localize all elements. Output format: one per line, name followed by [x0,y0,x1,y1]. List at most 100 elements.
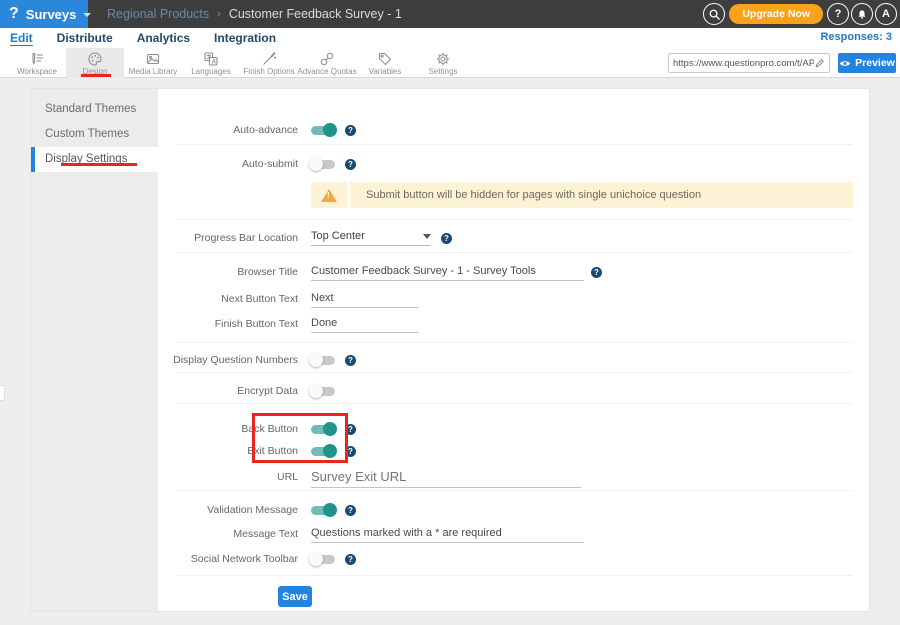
encrypt-data-label: Encrypt Data [158,385,298,397]
search-icon [708,8,721,21]
social-network-toolbar-toggle[interactable] [311,555,335,564]
message-text-input[interactable] [311,525,584,543]
settings-gear-icon [435,51,451,67]
help-icon[interactable] [345,355,356,366]
annotation-display-settings-underline [61,163,137,166]
eye-icon [839,59,851,68]
edit-toolbar: Workspace Design Media Library [0,48,900,78]
tab-label: Variables [369,67,402,76]
help-icon[interactable] [345,125,356,136]
svg-text:A: A [212,59,217,65]
bell-icon [856,8,868,21]
breadcrumb-survey-title: Customer Feedback Survey - 1 [229,7,402,21]
display-question-numbers-label: Display Question Numbers [158,354,298,366]
progress-bar-location-select[interactable]: Top Center [311,230,431,246]
help-button[interactable]: ? [827,3,849,25]
warning-banner: Submit button will be hidden for pages w… [311,182,853,208]
questionpro-logo-icon: ? [9,6,19,22]
responses-count[interactable]: Responses: 3 [820,31,892,43]
progress-bar-location-label: Progress Bar Location [158,232,298,244]
edit-pencil-icon[interactable] [814,58,825,69]
chevron-down-icon [83,13,91,17]
exit-url-input[interactable] [311,467,581,488]
design-palette-icon [87,51,103,67]
row-divider [176,252,853,253]
validation-message-toggle[interactable] [311,506,335,515]
tab-label: Languages [191,67,231,76]
preview-button[interactable]: Preview [838,53,896,73]
breadcrumb-separator: › [217,8,221,20]
auto-advance-label: Auto-advance [158,124,298,136]
search-button[interactable] [703,3,725,25]
sidebar-item-display-settings[interactable]: Display Settings [31,147,158,172]
workspace-icon [29,51,45,67]
message-text-label: Message Text [158,528,298,540]
notifications-button[interactable] [851,3,873,25]
sidebar-item-custom-themes[interactable]: Custom Themes [31,122,158,147]
survey-menu-bar: Edit Distribute Analytics Integration Re… [0,28,900,48]
tab-advance-quotas[interactable]: Advance Quotas [298,48,356,78]
tab-label: Settings [429,67,458,76]
row-divider [176,219,853,220]
menu-integration[interactable]: Integration [214,31,276,45]
display-settings-form: Auto-advance Auto-submit Submit button w… [158,89,869,611]
design-panel: Standard Themes Custom Themes Display Se… [30,88,870,612]
tab-label: Advance Quotas [297,67,356,76]
help-icon[interactable] [345,505,356,516]
menu-analytics[interactable]: Analytics [137,31,190,45]
finish-button-text-input[interactable] [311,315,418,333]
help-icon[interactable] [591,267,602,278]
variables-tag-icon [377,51,393,67]
help-icon[interactable] [441,233,452,244]
display-question-numbers-toggle[interactable] [311,356,335,365]
row-divider [176,144,853,145]
help-icon[interactable] [345,554,356,565]
page-edge-tab[interactable] [0,385,5,401]
menu-distribute[interactable]: Distribute [57,31,113,45]
tab-languages[interactable]: A Languages [182,48,240,78]
annotation-design-underline [81,74,111,77]
auto-submit-toggle[interactable] [311,160,335,169]
exit-url-label: URL [158,471,298,483]
finish-options-wand-icon [261,51,277,67]
row-divider [176,372,853,373]
validation-message-label: Validation Message [158,504,298,516]
menu-edit[interactable]: Edit [10,31,33,46]
upgrade-now-button[interactable]: Upgrade Now [729,4,823,24]
row-divider [176,342,853,343]
main-area: Standard Themes Custom Themes Display Se… [0,78,900,625]
row-divider [176,575,853,576]
languages-icon: A [203,51,219,67]
tab-workspace[interactable]: Workspace [8,48,66,78]
next-button-text-input[interactable] [311,290,418,308]
save-button[interactable]: Save [278,586,312,607]
tab-settings[interactable]: Settings [414,48,472,78]
browser-title-label: Browser Title [158,266,298,278]
tab-finish-options[interactable]: Finish Options [240,48,298,78]
social-network-toolbar-label: Social Network Toolbar [158,553,298,565]
tab-label: Workspace [17,67,57,76]
breadcrumb-folder[interactable]: Regional Products [107,7,209,21]
account-avatar[interactable]: A [875,3,897,25]
breadcrumb: Regional Products › Customer Feedback Su… [107,0,402,28]
finish-button-text-label: Finish Button Text [158,318,298,330]
help-icon[interactable] [345,159,356,170]
survey-url-input[interactable] [673,58,814,69]
media-library-icon [145,51,161,67]
product-name: Surveys [26,7,77,22]
chevron-down-icon [423,234,431,239]
tab-variables[interactable]: Variables [356,48,414,78]
row-divider [176,403,853,404]
browser-title-input[interactable] [311,263,584,281]
row-divider [176,490,853,491]
tab-label: Media Library [129,67,177,76]
encrypt-data-toggle[interactable] [311,387,335,396]
survey-url-box [668,53,830,73]
auto-advance-toggle[interactable] [311,126,335,135]
design-sidebar: Standard Themes Custom Themes Display Se… [31,89,158,611]
progress-bar-location-value: Top Center [311,230,365,242]
surveys-product-menu[interactable]: ? Surveys [0,0,88,28]
sidebar-item-standard-themes[interactable]: Standard Themes [31,97,158,122]
tab-media-library[interactable]: Media Library [124,48,182,78]
warning-text: Submit button will be hidden for pages w… [350,182,853,208]
